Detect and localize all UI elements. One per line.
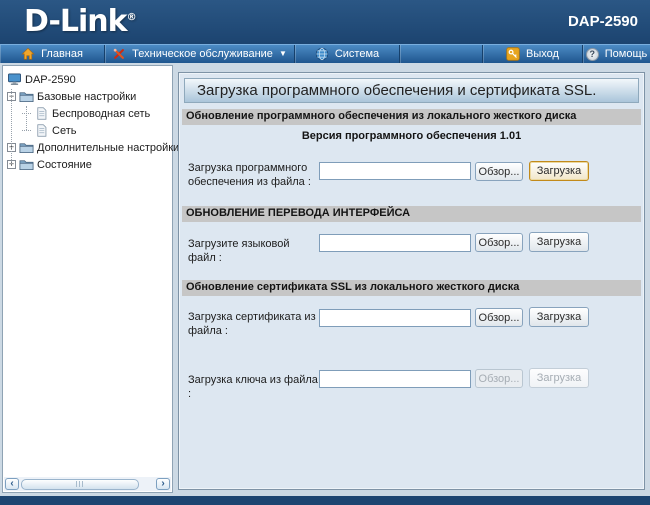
tree-item-wireless-label: Беспроводная сеть	[52, 108, 150, 120]
language-upload-button[interactable]: Загрузка	[529, 232, 589, 252]
tree-connector-line-child	[26, 106, 27, 130]
tree-item-wireless[interactable]: Беспроводная сеть	[22, 105, 172, 122]
dlink-logo: D-Link®	[24, 4, 137, 39]
document-icon	[34, 107, 49, 120]
scrollbar-thumb[interactable]	[21, 479, 139, 490]
globe-icon	[315, 47, 329, 61]
certificate-file-input[interactable]	[319, 309, 471, 327]
tree-item-lan-label: Сеть	[52, 125, 76, 137]
firmware-version-text: Версия программного обеспечения 1.01	[179, 130, 644, 142]
nav-maintenance-label: Техническое обслуживание	[132, 48, 273, 60]
tree-item-basic-label: Базовые настройки	[37, 91, 136, 103]
tree-root-dap2590[interactable]: DAP-2590	[7, 71, 172, 88]
scrollbar-grip	[76, 481, 85, 487]
tree-item-status[interactable]: + Состояние	[7, 156, 172, 173]
firmware-file-input[interactable]	[319, 162, 471, 180]
section-firmware-header: Обновление программного обеспечения из л…	[182, 109, 641, 125]
tree-connector-line	[11, 89, 12, 164]
section-language-header: ОБНОВЛЕНИЕ ПЕРЕВОДА ИНТЕРФЕЙСА	[182, 206, 641, 222]
scroll-right-button[interactable]: ›	[156, 478, 170, 490]
certificate-upload-button[interactable]: Загрузка	[529, 307, 589, 327]
bottom-bar	[0, 496, 650, 505]
nav-logout-label: Выход	[526, 48, 559, 60]
folder-icon	[19, 141, 34, 154]
folder-icon	[19, 90, 34, 103]
tools-icon	[112, 47, 126, 61]
help-icon: ?	[586, 48, 599, 61]
nav-tree: DAP-2590 − Базовые настройки Беспроводна…	[3, 66, 172, 173]
tree-item-basic-settings[interactable]: − Базовые настройки	[7, 88, 172, 105]
home-icon	[21, 47, 35, 61]
registered-mark: ®	[127, 12, 137, 23]
sidebar-tree-panel: DAP-2590 − Базовые настройки Беспроводна…	[2, 65, 173, 493]
key-icon	[506, 47, 520, 61]
nav-help-label: Помощь	[605, 48, 648, 60]
language-file-label: Загрузите языковой файл :	[188, 237, 320, 265]
certificate-browse-button[interactable]: Обзор...	[475, 308, 523, 327]
device-icon	[7, 73, 22, 86]
nav-logout[interactable]: Выход	[483, 45, 583, 63]
folder-icon	[19, 158, 34, 171]
section-ssl-header: Обновление сертификата SSL из локального…	[182, 280, 641, 296]
tree-root-label: DAP-2590	[25, 74, 76, 86]
nav-maintenance[interactable]: Техническое обслуживание ▼	[105, 45, 295, 63]
firmware-file-label: Загрузка программного обеспечения из фай…	[188, 161, 320, 189]
key-file-label: Загрузка ключа из файла :	[188, 373, 320, 401]
firmware-browse-button[interactable]: Обзор...	[475, 162, 523, 181]
key-browse-button: Обзор...	[475, 369, 523, 388]
tree-item-status-label: Состояние	[37, 159, 92, 171]
nav-system[interactable]: Система	[295, 45, 400, 63]
firmware-upload-button[interactable]: Загрузка	[529, 161, 589, 181]
language-browse-button[interactable]: Обзор...	[475, 233, 523, 252]
device-model: DAP-2590	[568, 13, 638, 30]
certificate-file-label: Загрузка сертификата из файла :	[188, 310, 320, 338]
top-nav: Главная Техническое обслуживание ▼ Систе…	[0, 44, 650, 63]
tree-item-advanced-label: Дополнительные настройки	[37, 142, 179, 154]
nav-system-label: Система	[335, 48, 379, 60]
tree-item-lan[interactable]: Сеть	[22, 122, 172, 139]
page-title: Загрузка программного обеспечения и серт…	[184, 78, 639, 103]
nav-help[interactable]: ? Помощь	[583, 45, 650, 63]
language-file-input[interactable]	[319, 234, 471, 252]
content-panel: Загрузка программного обеспечения и серт…	[178, 72, 645, 490]
nav-spacer	[400, 45, 483, 63]
nav-home-label: Главная	[41, 48, 83, 60]
key-upload-button: Загрузка	[529, 368, 589, 388]
chevron-down-icon: ▼	[279, 50, 287, 58]
tree-item-advanced-settings[interactable]: + Дополнительные настройки	[7, 139, 172, 156]
header-banner: D-Link® DAP-2590	[0, 0, 650, 44]
document-icon	[34, 124, 49, 137]
nav-home[interactable]: Главная	[0, 45, 105, 63]
scroll-left-button[interactable]: ‹	[5, 478, 19, 490]
tree-dash	[22, 130, 31, 131]
sidebar-horizontal-scrollbar: ‹ ›	[4, 477, 171, 491]
key-file-input[interactable]	[319, 370, 471, 388]
